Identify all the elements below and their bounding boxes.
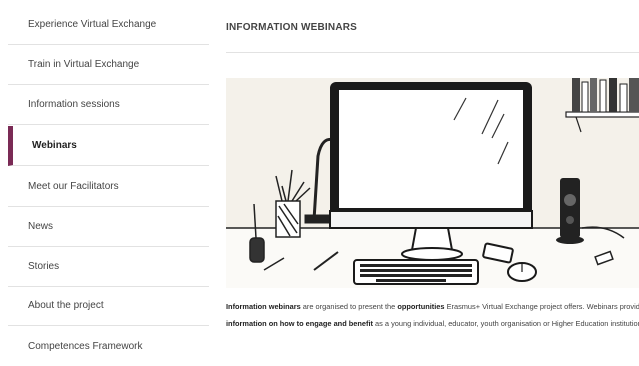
description-bold-3: information on how to engage and benefit [226,318,373,328]
description-bold-1: Information webinars [226,302,301,311]
sidebar-item-experience-virtual-exchange[interactable]: Experience Virtual Exchange [8,5,209,45]
mouse-icon [507,262,537,282]
sidebar-item-about-the-project[interactable]: About the project [8,286,209,326]
description-text-1: are organised to present the [300,302,398,311]
page-title: INFORMATION WEBINARS [226,22,358,33]
description-text-3: as a young individual, educator, youth o… [373,318,639,328]
keyboard-icon [353,259,479,285]
sidebar-item-competences-framework[interactable]: Competences Framework [8,326,209,366]
title-divider [226,52,639,53]
main-content: INFORMATION WEBINARS Information webinar… [209,0,639,353]
sidebar-item-information-sessions[interactable]: Information sessions [8,85,209,125]
description-bold-2: opportunities [397,302,445,311]
sidebar-item-news[interactable]: News [8,207,209,247]
description-text-2: Erasmus+ Virtual Exchange project offers… [444,302,639,311]
hero-illustration [226,78,639,288]
sidebar-nav: Experience Virtual Exchange Train in Vir… [0,0,209,353]
sidebar-item-meet-our-facilitators[interactable]: Meet our Facilitators [8,167,209,207]
sidebar-item-stories[interactable]: Stories [8,247,209,287]
sidebar-item-train-in-virtual-exchange[interactable]: Train in Virtual Exchange [8,45,209,85]
sidebar-item-webinars[interactable]: Webinars [8,126,209,166]
webinars-description: Information webinars are organised to pr… [226,299,639,332]
